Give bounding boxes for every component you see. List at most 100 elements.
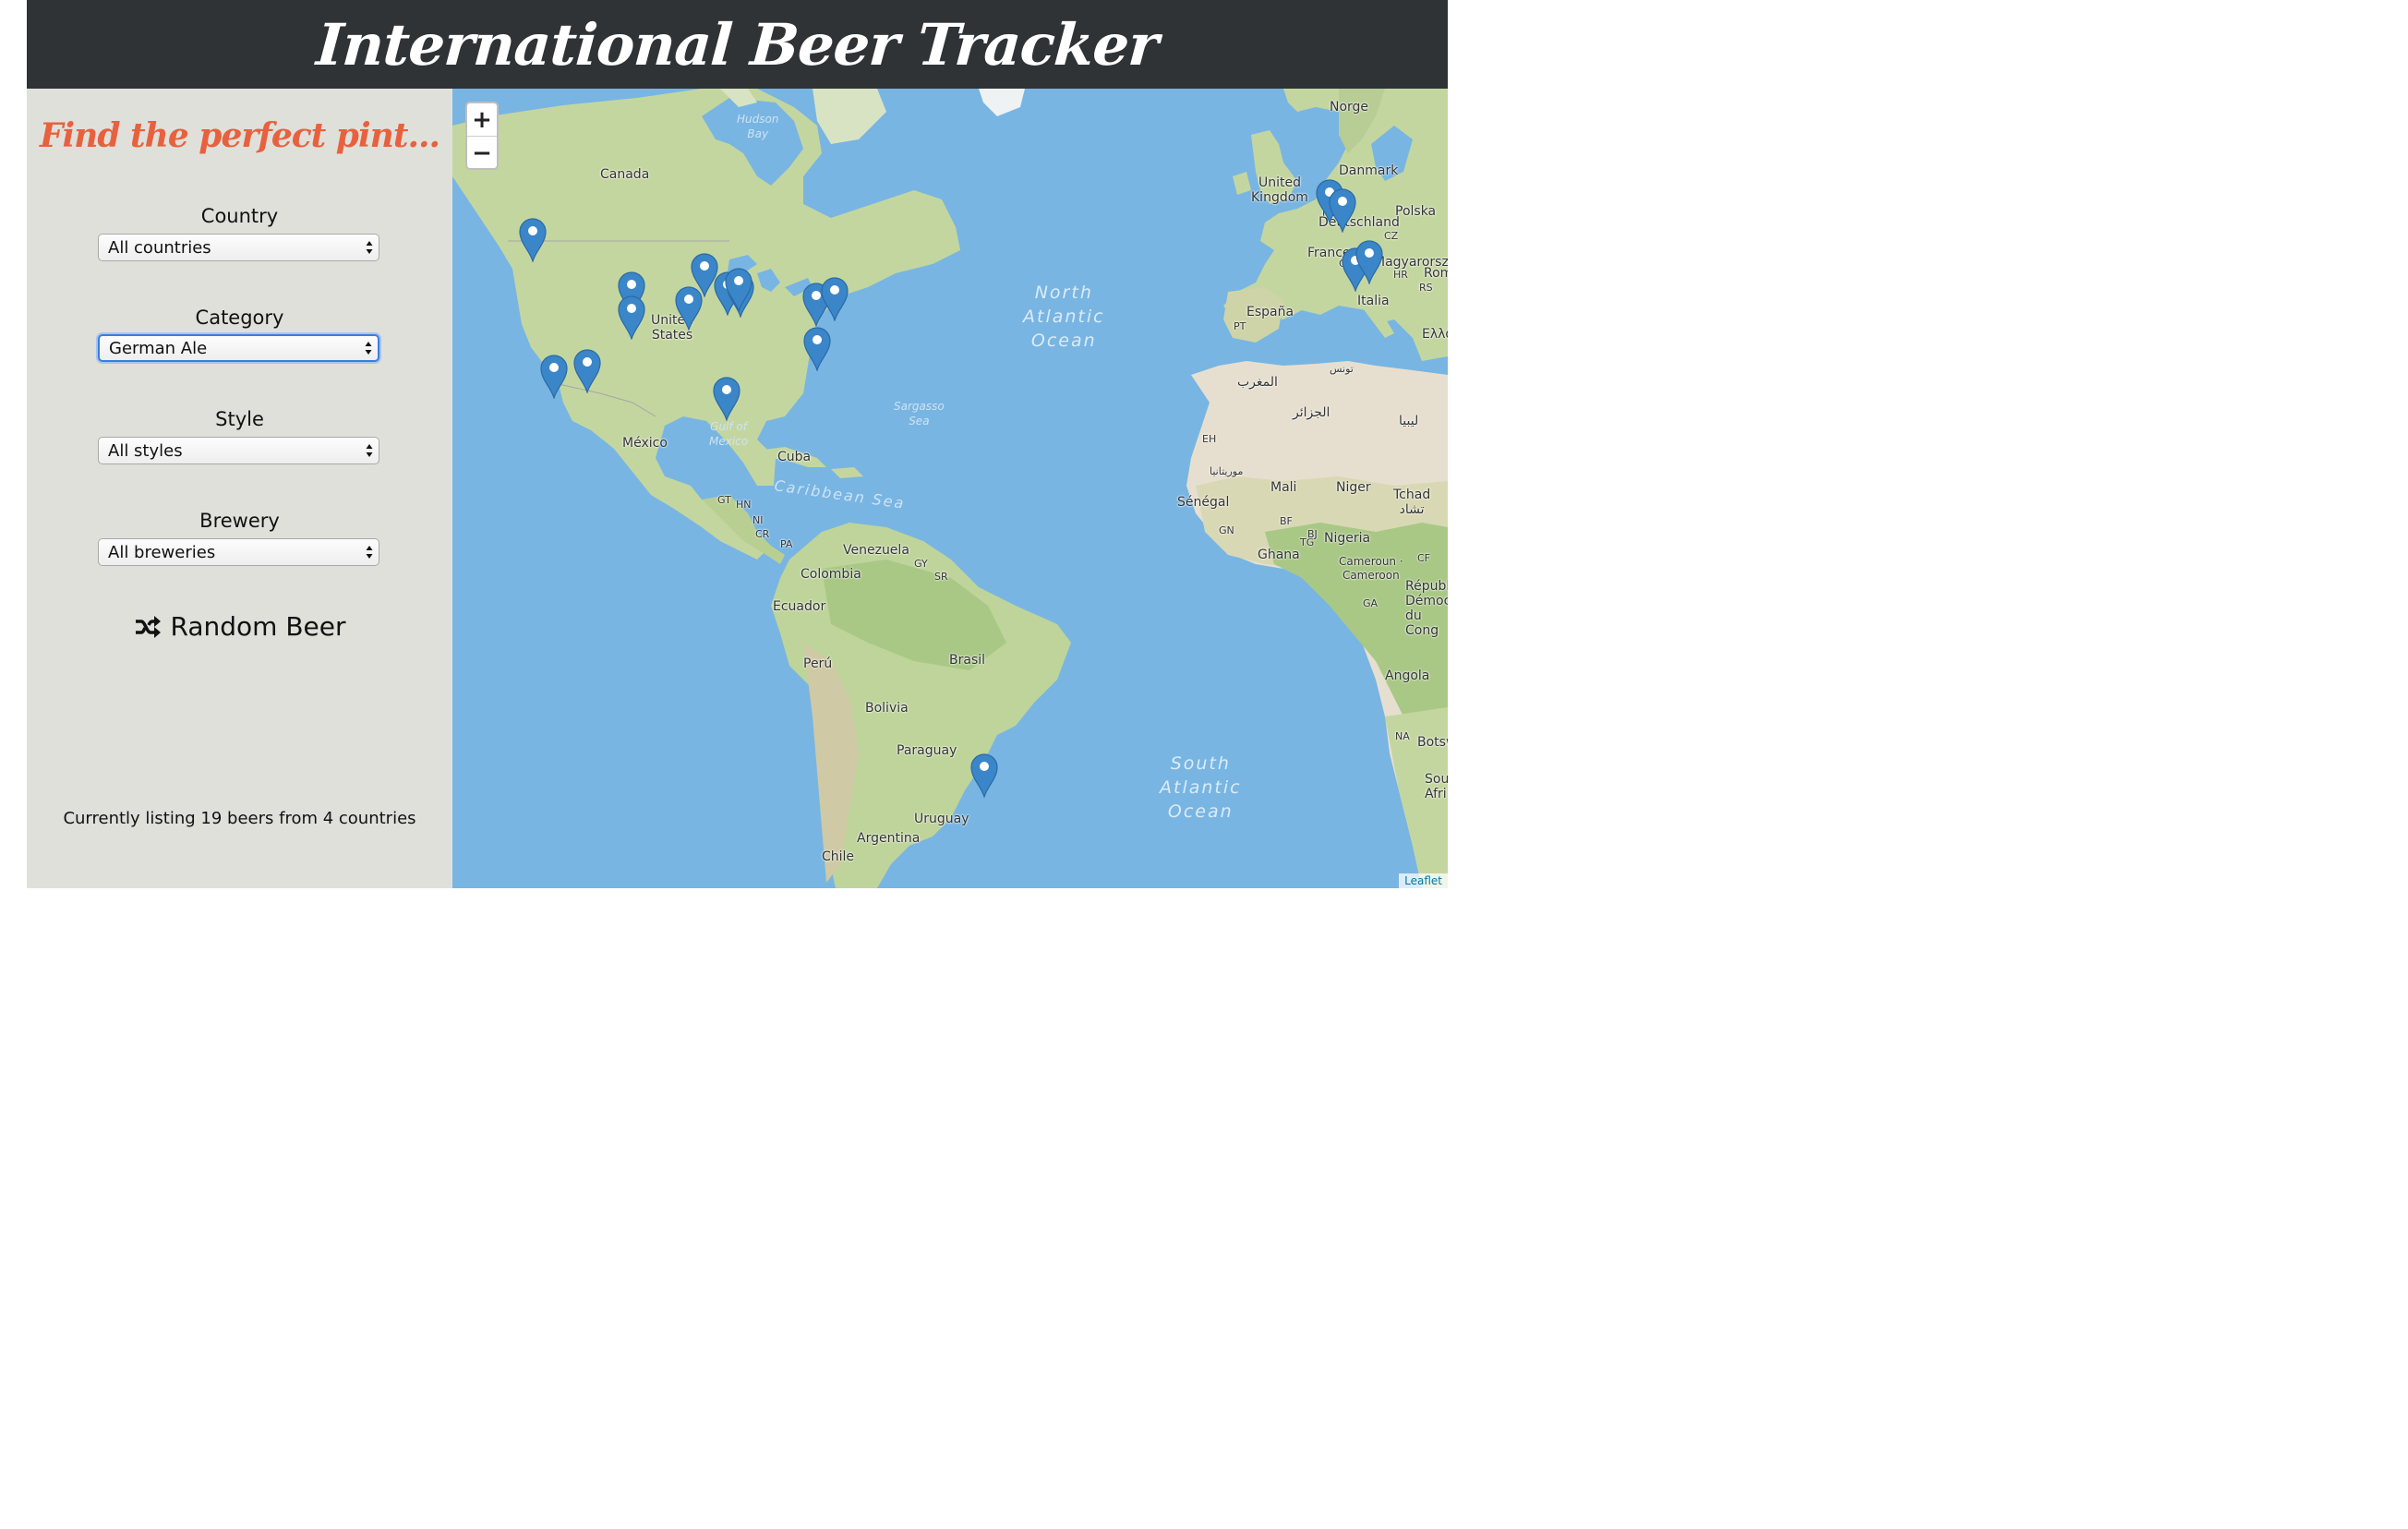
label-bolivia: Bolivia xyxy=(865,701,909,716)
country-label: Country xyxy=(200,205,279,227)
label-polska: Polska xyxy=(1395,204,1437,219)
map-pin-icon xyxy=(540,355,568,401)
map-pin-icon xyxy=(519,218,547,264)
label-norge: Norge xyxy=(1330,100,1369,114)
map-pin-icon xyxy=(618,295,645,342)
map-pin-icon xyxy=(573,349,601,395)
label-niger: Niger xyxy=(1336,480,1371,495)
label-romania: România xyxy=(1424,266,1448,281)
select-arrows-icon xyxy=(366,241,373,254)
label-mauritania: موريتانيا xyxy=(1210,465,1244,477)
category-select-value: German Ale xyxy=(109,338,208,358)
brewery-select[interactable]: All breweries xyxy=(98,538,379,566)
category-label: Category xyxy=(195,307,284,329)
label-hn: HN xyxy=(736,499,752,511)
map-pin-icon xyxy=(970,753,998,800)
label-bj: BJ xyxy=(1307,528,1318,540)
label-libya: ليبيا xyxy=(1399,414,1419,428)
beer-marker[interactable] xyxy=(573,349,601,395)
app-title: International Beer Tracker xyxy=(314,10,1161,78)
label-italia: Italia xyxy=(1357,294,1390,308)
label-maghrib: المغرب xyxy=(1237,375,1278,390)
random-beer-label: Random Beer xyxy=(170,611,346,642)
beer-marker[interactable] xyxy=(540,355,568,401)
label-botswana: Botsw xyxy=(1417,735,1448,750)
greenland-tip xyxy=(979,89,1025,116)
map-pin-icon xyxy=(821,277,849,323)
label-ga: GA xyxy=(1363,597,1379,609)
beer-marker[interactable] xyxy=(618,295,645,342)
status-text: Currently listing 19 beers from 4 countr… xyxy=(63,809,416,828)
label-south-atlantic: South Atlantic Ocean xyxy=(1160,753,1242,822)
beer-marker[interactable] xyxy=(803,327,831,373)
label-sargasso-sea: Sargasso Sea xyxy=(894,400,945,427)
zoom-control: + − xyxy=(465,102,499,170)
map-tiles xyxy=(452,89,1448,888)
label-jazair: الجزائر xyxy=(1293,405,1330,420)
label-south-africa: Sou Afri xyxy=(1425,772,1448,801)
hispaniola xyxy=(831,467,863,478)
label-cameroun: Cameroun · Cameroon xyxy=(1339,555,1403,582)
tagline: Find the perfect pint... xyxy=(39,116,440,155)
label-pa: PA xyxy=(780,538,793,550)
label-tunis: تونس xyxy=(1330,363,1354,375)
label-paraguay: Paraguay xyxy=(897,743,957,758)
map-pin-icon xyxy=(725,268,752,314)
label-gulf-of-mexico: Gulf of Mexico xyxy=(709,420,749,448)
beer-marker[interactable] xyxy=(713,377,740,423)
label-angola: Angola xyxy=(1385,668,1430,683)
map-pin-icon xyxy=(1355,240,1383,286)
country-select[interactable]: All countries xyxy=(98,234,379,261)
label-ni: NI xyxy=(752,514,764,526)
beer-marker[interactable] xyxy=(519,218,547,264)
map-pin-icon xyxy=(713,377,740,423)
label-brasil: Brasil xyxy=(949,653,986,668)
label-chile: Chile xyxy=(822,849,855,864)
label-cuba: Cuba xyxy=(777,450,812,464)
label-mali: Mali xyxy=(1270,480,1297,495)
zoom-out-button[interactable]: − xyxy=(467,136,497,168)
brewery-select-value: All breweries xyxy=(108,542,216,562)
label-argentina: Argentina xyxy=(857,831,921,846)
map-pin-icon xyxy=(803,327,831,373)
label-north-atlantic: North Atlantic Ocean xyxy=(1023,283,1105,351)
label-hr: HR xyxy=(1393,269,1408,281)
label-sr: SR xyxy=(934,571,948,583)
select-arrows-icon xyxy=(366,546,373,559)
beer-marker[interactable] xyxy=(725,268,752,314)
label-ecuador: Ecuador xyxy=(773,599,826,614)
label-colombia: Colombia xyxy=(801,567,861,582)
label-na: NA xyxy=(1395,730,1410,742)
style-select[interactable]: All styles xyxy=(98,437,379,464)
label-peru: Perú xyxy=(803,656,833,671)
label-espana: España xyxy=(1246,305,1294,319)
beer-marker[interactable] xyxy=(970,753,998,800)
select-arrows-icon xyxy=(365,342,372,355)
brewery-label: Brewery xyxy=(199,510,280,532)
label-mexico: México xyxy=(622,436,668,451)
world-map[interactable]: Canada Hudson Bay United States México C… xyxy=(452,89,1448,888)
label-rd-congo: Républ Démocra du Cong xyxy=(1405,579,1448,638)
leaflet-attribution-link[interactable]: Leaflet xyxy=(1399,873,1448,888)
label-united-kingdom: United Kingdom xyxy=(1251,175,1308,205)
label-cf: CF xyxy=(1417,552,1431,564)
label-danmark: Danmark xyxy=(1339,163,1399,178)
label-nigeria: Nigeria xyxy=(1324,531,1371,546)
map-pin-icon xyxy=(1329,188,1356,235)
country-select-value: All countries xyxy=(108,237,211,258)
label-gt: GT xyxy=(717,494,731,506)
random-beer-button[interactable]: Random Beer xyxy=(27,611,452,642)
beer-marker[interactable] xyxy=(1355,240,1383,286)
label-gy: GY xyxy=(914,558,928,570)
app-header: International Beer Tracker xyxy=(27,0,1448,89)
label-senegal: Sénégal xyxy=(1177,495,1230,510)
beer-marker[interactable] xyxy=(1329,188,1356,235)
beer-marker[interactable] xyxy=(821,277,849,323)
label-venezuela: Venezuela xyxy=(843,543,909,558)
style-label: Style xyxy=(215,408,264,430)
category-select[interactable]: German Ale xyxy=(98,334,379,362)
label-cr: CR xyxy=(755,528,770,540)
label-ghana: Ghana xyxy=(1258,548,1300,562)
label-bf: BF xyxy=(1280,515,1293,527)
zoom-in-button[interactable]: + xyxy=(467,103,497,136)
